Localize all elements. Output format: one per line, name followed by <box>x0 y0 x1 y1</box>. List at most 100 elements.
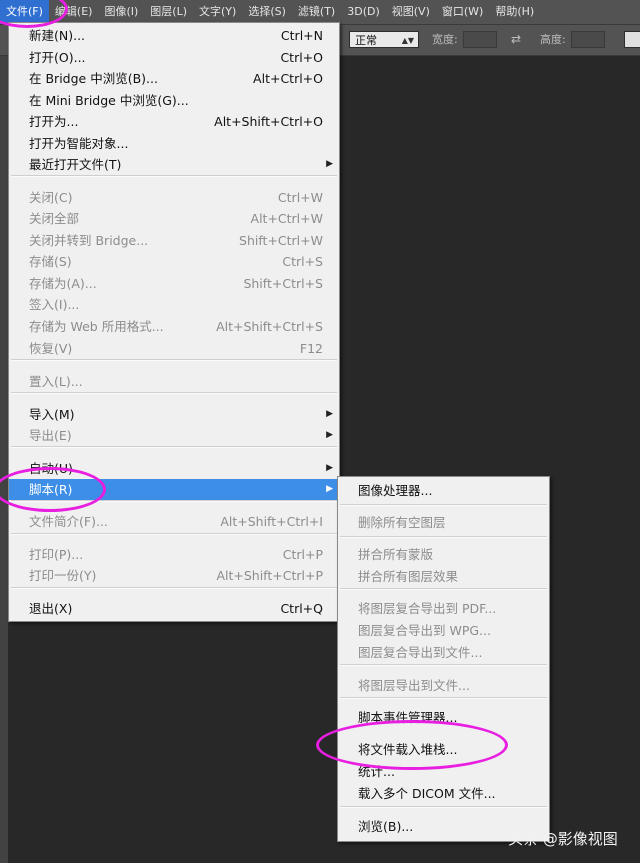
menu-item-label: 退出(X) <box>29 601 73 616</box>
menu-item-label: 存储为 Web 所用格式... <box>29 319 164 334</box>
file-menu-item: 恢复(V) F12 <box>9 338 339 359</box>
menu-item-label: 打开为... <box>29 114 79 129</box>
menu-item-shortcut: Alt+Ctrl+O <box>253 71 323 86</box>
menu-separator <box>340 697 547 699</box>
menu-layer[interactable]: 图层(L) <box>144 0 193 24</box>
menu-item-label: 文件简介(F)... <box>29 514 108 529</box>
file-menu-item[interactable]: 打开(O)... Ctrl+O <box>9 47 339 68</box>
scripts-menu-item: 图层复合导出到文件... <box>338 642 549 663</box>
file-menu-item[interactable]: 导入(M) ▶ <box>9 404 339 425</box>
file-menu-item: 关闭全部 Alt+Ctrl+W <box>9 208 339 229</box>
menu-item-shortcut: Alt+Shift+Ctrl+S <box>216 319 323 334</box>
file-menu-item: 打印一份(Y) Alt+Shift+Ctrl+P <box>9 565 339 586</box>
submenu-arrow-icon: ▶ <box>326 409 333 419</box>
menu-window[interactable]: 窗口(W) <box>436 0 489 24</box>
menu-item-label: 拼合所有图层效果 <box>358 569 459 584</box>
file-menu-item[interactable]: 打开为... Alt+Shift+Ctrl+O <box>9 111 339 132</box>
height-label: 高度: <box>540 33 566 46</box>
menu-item-label: 删除所有空图层 <box>358 515 446 530</box>
file-menu-item: 存储为 Web 所用格式... Alt+Shift+Ctrl+S <box>9 316 339 337</box>
file-menu-item[interactable]: 在 Mini Bridge 中浏览(G)... <box>9 90 339 111</box>
menu-item-label: 将图层复合导出到 PDF... <box>358 601 497 616</box>
menu-item-shortcut: Ctrl+P <box>282 547 323 562</box>
menu-item-label: 打开为智能对象... <box>29 136 129 151</box>
mode-select[interactable]: 正常 ▲▼ <box>349 31 419 48</box>
scripts-menu-item: 拼合所有图层效果 <box>338 566 549 587</box>
submenu-arrow-icon: ▶ <box>326 430 333 440</box>
menu-item-label: 打印(P)... <box>29 547 84 562</box>
scripts-menu-item: 删除所有空图层 <box>338 512 549 533</box>
menu-separator <box>11 533 337 535</box>
menu-item-shortcut: Alt+Shift+Ctrl+I <box>220 514 323 529</box>
menu-separator <box>340 504 547 506</box>
menu-view[interactable]: 视图(V) <box>386 0 436 24</box>
file-menu-item[interactable]: 打开为智能对象... <box>9 133 339 154</box>
menu-separator <box>340 588 547 590</box>
menu-item-label: 打印一份(Y) <box>29 568 97 583</box>
submenu-arrow-icon: ▶ <box>326 484 333 494</box>
file-menu: 新建(N)... Ctrl+N 打开(O)... Ctrl+O 在 Bridge 中浏览… <box>8 22 340 622</box>
scripts-menu-item: 图层复合导出到 WPG... <box>338 620 549 641</box>
menu-item-label: 置入(L)... <box>29 374 83 389</box>
menu-item-label: 图层复合导出到 WPG... <box>358 623 491 638</box>
menu-select[interactable]: 选择(S) <box>242 0 292 24</box>
menu-help[interactable]: 帮助(H) <box>489 0 540 24</box>
menu-item-label: 导出(E) <box>29 428 72 443</box>
file-menu-item[interactable]: 最近打开文件(T) ▶ <box>9 154 339 175</box>
scripts-menu-item[interactable]: 图像处理器... <box>338 480 549 501</box>
annotation-ellipse-load-stack <box>316 720 508 770</box>
menu-separator <box>340 536 547 538</box>
menu-item-label: 恢复(V) <box>29 341 73 356</box>
menu-item-label: 新建(N)... <box>29 28 86 43</box>
menu-item-shortcut: F12 <box>299 341 323 356</box>
menu-item-shortcut: Ctrl+N <box>280 28 323 43</box>
menu-item-label: 存储为(A)... <box>29 276 97 291</box>
menu-item-shortcut: Shift+Ctrl+S <box>243 276 323 291</box>
file-menu-item: 文件简介(F)... Alt+Shift+Ctrl+I <box>9 511 339 532</box>
menu-item-label: 浏览(B)... <box>358 819 414 834</box>
menu-item-label: 载入多个 DICOM 文件... <box>358 786 496 801</box>
width-field[interactable] <box>463 31 497 48</box>
scripts-menu-item: 将图层复合导出到 PDF... <box>338 598 549 619</box>
menu-separator <box>11 587 337 589</box>
file-menu-item: 导出(E) ▶ <box>9 425 339 446</box>
menu-image[interactable]: 图像(I) <box>98 0 144 24</box>
file-menu-item[interactable]: 在 Bridge 中浏览(B)... Alt+Ctrl+O <box>9 68 339 89</box>
menu-item-label: 拼合所有蒙版 <box>358 547 434 562</box>
scripts-menu-item[interactable]: 载入多个 DICOM 文件... <box>338 783 549 804</box>
swap-icon[interactable]: ⇄ <box>511 31 521 48</box>
menu-item-shortcut: Ctrl+Q <box>280 601 323 616</box>
width-label: 宽度: <box>432 33 458 46</box>
options-button[interactable] <box>624 31 640 48</box>
file-menu-item: 关闭(C) Ctrl+W <box>9 187 339 208</box>
menu-item-shortcut: Alt+Shift+Ctrl+P <box>216 568 323 583</box>
menu-item-label: 关闭并转到 Bridge... <box>29 233 149 248</box>
menu-item-shortcut: Ctrl+S <box>282 254 323 269</box>
menu-separator <box>11 175 337 177</box>
menu-item-label: 签入(I)... <box>29 297 80 312</box>
menu-item-shortcut: Alt+Shift+Ctrl+O <box>214 114 323 129</box>
toolbox-strip <box>0 56 8 863</box>
submenu-arrow-icon: ▶ <box>326 463 333 473</box>
menu-item-label: 在 Bridge 中浏览(B)... <box>29 71 158 86</box>
menu-separator <box>11 446 337 448</box>
menu-filter[interactable]: 滤镜(T) <box>292 0 341 24</box>
file-menu-item: 置入(L)... <box>9 371 339 392</box>
file-menu-item: 存储为(A)... Shift+Ctrl+S <box>9 273 339 294</box>
height-field[interactable] <box>571 31 605 48</box>
menu-item-label: 关闭(C) <box>29 190 73 205</box>
file-menu-item: 签入(I)... <box>9 294 339 315</box>
watermark-text: 头条 @影像视图 <box>508 830 618 848</box>
menu-type[interactable]: 文字(Y) <box>193 0 242 24</box>
submenu-arrow-icon: ▶ <box>326 159 333 169</box>
file-menu-item[interactable]: 退出(X) Ctrl+Q <box>9 598 339 619</box>
menu-item-label: 将图层导出到文件... <box>358 678 470 693</box>
menu-separator <box>11 359 337 361</box>
file-menu-item[interactable]: 新建(N)... Ctrl+N <box>9 25 339 46</box>
updown-arrow-icon: ▲▼ <box>401 36 414 45</box>
menu-item-label: 在 Mini Bridge 中浏览(G)... <box>29 93 189 108</box>
menu-separator <box>340 806 547 808</box>
menu-item-shortcut: Alt+Ctrl+W <box>250 211 323 226</box>
menu-item-label: 最近打开文件(T) <box>29 157 122 172</box>
menu-3d[interactable]: 3D(D) <box>341 0 386 24</box>
